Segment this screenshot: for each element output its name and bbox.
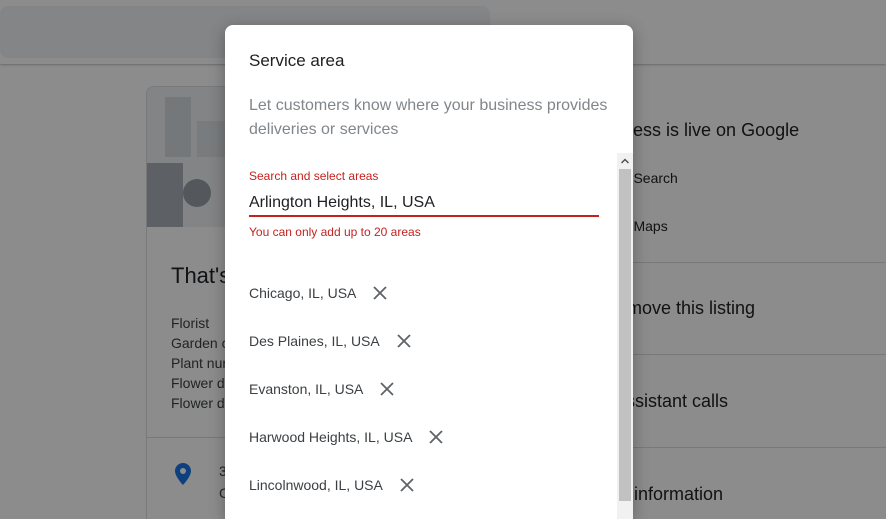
area-chip: Lincolnwood, IL, USA (249, 461, 448, 509)
area-label: Evanston, IL, USA (249, 381, 364, 397)
close-icon (400, 478, 414, 492)
remove-area-button[interactable] (368, 281, 392, 305)
remove-area-button[interactable] (395, 473, 419, 497)
area-label: Chicago, IL, USA (249, 285, 357, 301)
area-label: Des Plaines, IL, USA (249, 333, 380, 349)
selected-areas-list: Chicago, IL, USA Des Plaines, IL, USA Ev… (249, 269, 448, 509)
chevron-up-icon (621, 158, 629, 164)
close-icon (380, 382, 395, 396)
remove-area-button[interactable] (392, 329, 416, 353)
remove-area-button[interactable] (424, 425, 448, 449)
area-chip: Evanston, IL, USA (249, 365, 448, 413)
service-area-dialog: Service area Let customers know where yo… (225, 25, 633, 519)
area-chip: Chicago, IL, USA (249, 269, 448, 317)
search-areas-error: You can only add up to 20 areas (249, 225, 421, 239)
dialog-scroll-area: Search and select areas You can only add… (225, 153, 633, 519)
scrollbar[interactable] (617, 153, 633, 519)
area-label: Lincolnwood, IL, USA (249, 477, 383, 493)
search-areas-input[interactable] (249, 191, 599, 217)
area-chip: Harwood Heights, IL, USA (249, 413, 448, 461)
search-areas-label: Search and select areas (249, 169, 379, 183)
scroll-up-button[interactable] (617, 153, 633, 169)
dialog-title: Service area (249, 51, 345, 70)
area-label: Harwood Heights, IL, USA (249, 429, 413, 445)
close-icon (373, 286, 388, 300)
remove-area-button[interactable] (375, 377, 399, 401)
scrollbar-thumb[interactable] (619, 169, 631, 501)
area-chip: Des Plaines, IL, USA (249, 317, 448, 365)
dialog-description: Let customers know where your business p… (249, 97, 608, 138)
close-icon (429, 430, 444, 444)
close-icon (397, 334, 411, 348)
